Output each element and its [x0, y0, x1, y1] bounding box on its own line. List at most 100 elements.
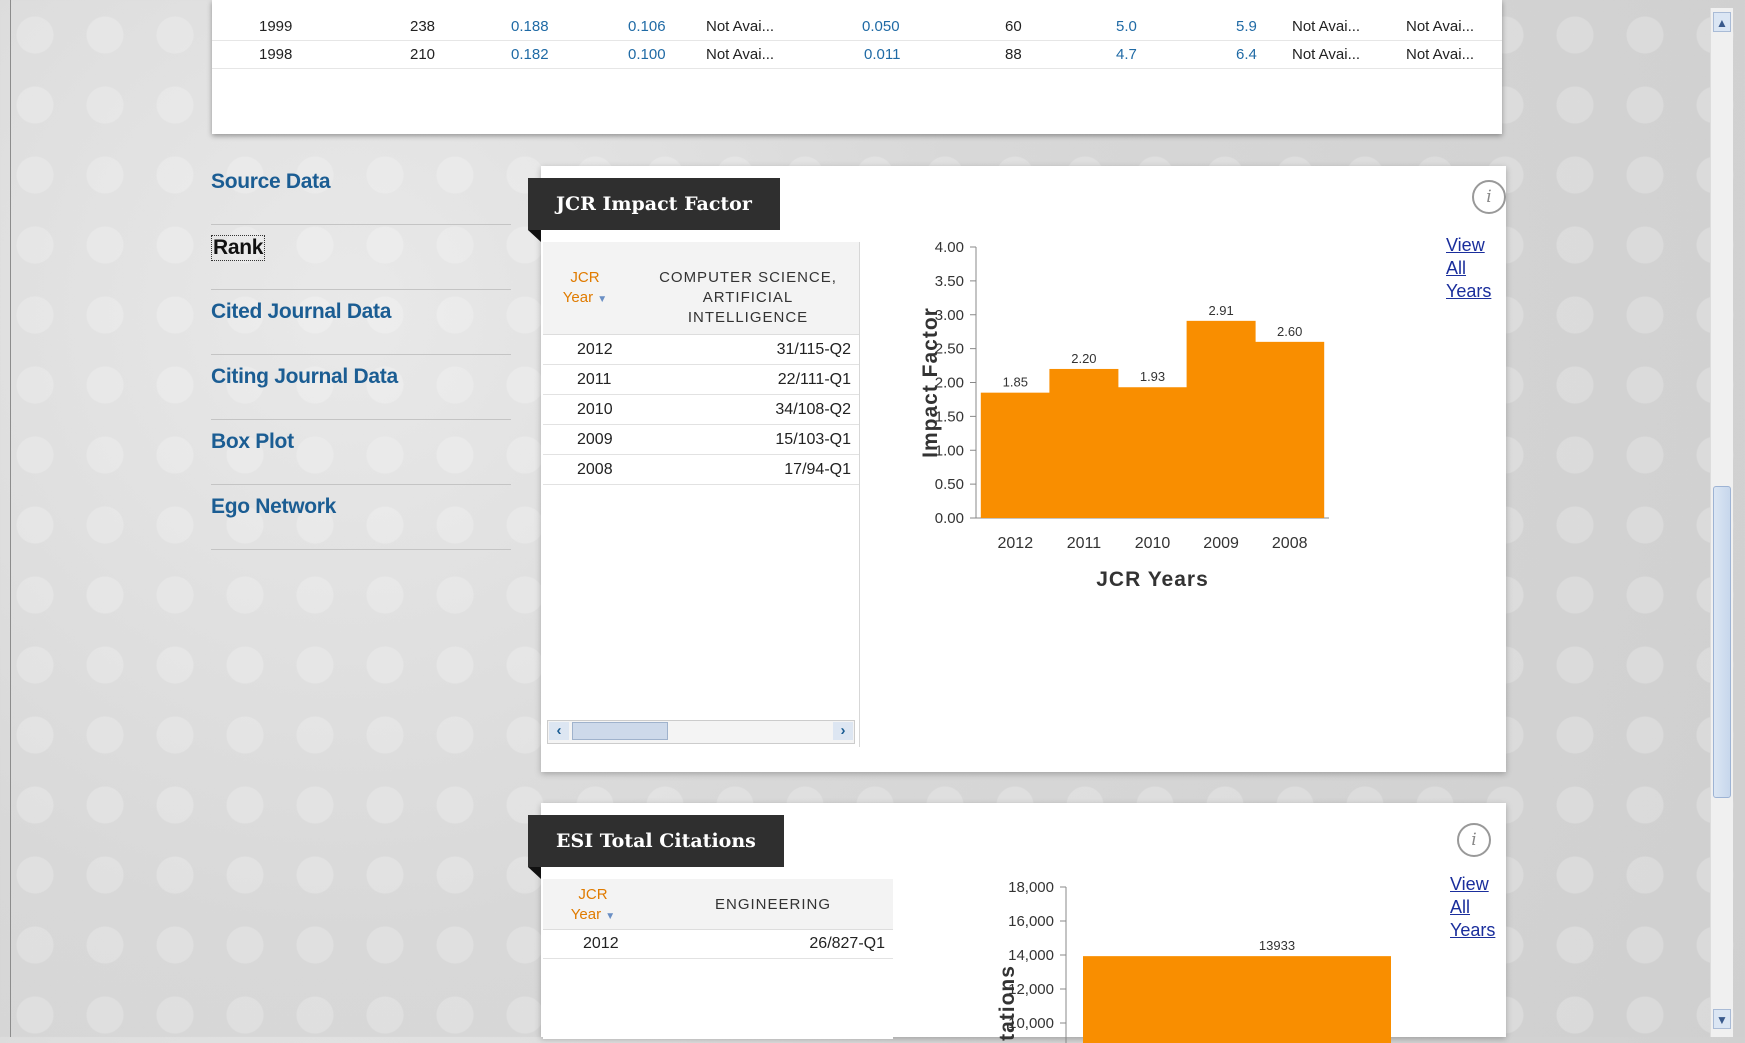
scrollbar-thumb[interactable]: [572, 722, 668, 740]
cell-link[interactable]: 0.182: [511, 46, 549, 63]
sidebar-item-label[interactable]: Box Plot: [211, 430, 294, 454]
data-label: 1.93: [1140, 369, 1165, 384]
bar: [1186, 320, 1256, 518]
cell-link[interactable]: 5.9: [1236, 18, 1257, 35]
rank-table: JCR Year ▼ ENGINEERING 2012 26/827-Q1: [543, 879, 893, 1039]
vertical-scrollbar[interactable]: ▲ ▼: [1710, 8, 1733, 1037]
cell-rank: 26/827-Q1: [809, 935, 885, 952]
sidebar-item-citing-journal-data[interactable]: Citing Journal Data: [211, 355, 511, 420]
x-tick-label: 2011: [1067, 535, 1102, 552]
y-axis-label: tations: [996, 965, 1019, 1041]
cell-link[interactable]: 0.188: [511, 18, 549, 35]
jcr-year-sort-header[interactable]: JCR Year ▼: [555, 268, 615, 310]
x-axis-label: JCR Years: [1096, 568, 1209, 591]
header-label: INTELLIGENCE: [687, 309, 809, 326]
y-tick-label: 3.50: [935, 273, 964, 290]
rank-table-header: JCR Year ▼ COMPUTER SCIENCE, ARTIFICIAL …: [543, 242, 859, 335]
sidebar-item-ego-network[interactable]: Ego Network: [211, 485, 511, 550]
table-row: 2009 15/103-Q1: [543, 425, 859, 455]
bar: [1049, 368, 1119, 518]
bar: [1118, 387, 1187, 518]
impact-factor-chart: 0.000.501.001.502.002.503.003.504.001.85…: [919, 239, 1329, 591]
y-tick-label: 16,000: [1008, 913, 1054, 930]
view-all-years-link[interactable]: View All Years: [1450, 873, 1495, 942]
sidebar-item-cited-journal-data[interactable]: Cited Journal Data: [211, 290, 511, 355]
horizontal-scrollbar[interactable]: ‹ ›: [547, 720, 855, 744]
table-row: 1998 210 0.182 0.100 Not Avai... 0.011 8…: [212, 40, 1502, 69]
scroll-left-icon[interactable]: ‹: [549, 722, 569, 740]
cell: 210: [410, 46, 436, 63]
panel-title: ESI Total Citations: [528, 815, 784, 879]
x-tick-label: 2008: [1272, 535, 1308, 552]
scroll-right-icon[interactable]: ›: [833, 722, 853, 740]
sort-down-icon: ▼: [605, 911, 616, 922]
sort-down-icon: ▼: [597, 294, 608, 305]
cell: 60: [1005, 18, 1022, 35]
cell-year: 2008: [577, 461, 613, 478]
sidebar-item-label[interactable]: Ego Network: [211, 495, 336, 519]
cell-rank: 15/103-Q1: [775, 431, 851, 448]
cell-link[interactable]: 0.100: [628, 46, 666, 63]
x-tick-label: 2009: [1203, 535, 1239, 552]
header-label: Year: [570, 906, 602, 923]
header-label: Year: [562, 289, 594, 306]
sidebar-item-box-plot[interactable]: Box Plot: [211, 420, 511, 485]
jcr-year-sort-header[interactable]: JCR Year ▼: [563, 885, 623, 927]
header-label: COMPUTER SCIENCE,: [659, 269, 837, 286]
category-header: COMPUTER SCIENCE, ARTIFICIAL INTELLIGENC…: [643, 268, 853, 328]
cell-link[interactable]: 0.106: [628, 18, 666, 35]
sidebar-item-label[interactable]: Rank: [211, 235, 266, 261]
sidebar-item-source-data[interactable]: Source Data: [211, 160, 511, 225]
cell-year: 2009: [577, 431, 613, 448]
cell: Not Avai...: [706, 46, 775, 63]
y-axis-label: Impact Factor: [919, 307, 942, 458]
esi-total-citations-panel: ESI Total Citations i JCR Year ▼ ENGINEE…: [528, 803, 1506, 1043]
total-citations-chart: 10,00012,00014,00016,00018,00013933tatio…: [996, 879, 1391, 1043]
cell-link[interactable]: 0.011: [864, 46, 900, 63]
y-tick-label: 0.00: [935, 510, 964, 527]
info-icon[interactable]: i: [1457, 823, 1491, 857]
cell-link[interactable]: 5.0: [1116, 18, 1137, 35]
scroll-down-icon[interactable]: ▼: [1713, 1009, 1731, 1029]
cell-link[interactable]: 6.4: [1236, 46, 1257, 63]
rank-table: JCR Year ▼ COMPUTER SCIENCE, ARTIFICIAL …: [543, 242, 860, 747]
panel-title: JCR Impact Factor: [528, 178, 780, 242]
cell-rank: 34/108-Q2: [775, 401, 851, 418]
table-row: 2012 31/115-Q2: [543, 335, 859, 365]
cell-rank: 17/94-Q1: [784, 461, 851, 478]
header-label: ARTIFICIAL: [702, 289, 794, 306]
bar: [980, 392, 1050, 518]
sidebar-nav: Source Data Rank Cited Journal Data Citi…: [211, 160, 511, 550]
cell-year: 2012: [583, 935, 619, 952]
table-row: 2012 26/827-Q1: [543, 929, 893, 959]
cell: Not Avai...: [706, 18, 775, 35]
sidebar-item-label[interactable]: Citing Journal Data: [211, 365, 398, 389]
cell-year: 1999: [259, 18, 293, 35]
view-all-years-link[interactable]: View All Years: [1446, 234, 1491, 303]
cell: Not Avai...: [1406, 18, 1475, 35]
scroll-up-icon[interactable]: ▲: [1713, 12, 1731, 32]
sidebar-item-label[interactable]: Source Data: [211, 170, 331, 194]
cell: 238: [410, 18, 436, 35]
scrollbar-thumb[interactable]: [1713, 486, 1731, 798]
table-row: 1999 238 0.188 0.106 Not Avai... 0.050 6…: [212, 12, 1502, 41]
sidebar-item-rank[interactable]: Rank: [211, 225, 511, 290]
header-label: JCR: [578, 886, 608, 903]
x-tick-label: 2010: [1135, 535, 1171, 552]
cell-link[interactable]: 0.050: [862, 18, 900, 35]
data-label: 2.91: [1208, 303, 1233, 318]
table-row: 2011 22/111-Q1: [543, 365, 859, 395]
header-label: JCR: [570, 269, 600, 286]
cell: 88: [1005, 46, 1022, 63]
info-icon[interactable]: i: [1472, 180, 1506, 214]
cell-year: 2012: [577, 341, 613, 358]
cell-link[interactable]: 4.7: [1116, 46, 1137, 63]
cell-year: 2010: [577, 401, 613, 418]
source-data-table: 1999 238 0.188 0.106 Not Avai... 0.050 6…: [212, 0, 1502, 134]
cell: Not Avai...: [1292, 18, 1361, 35]
table-row: 2010 34/108-Q2: [543, 395, 859, 425]
bar: [1255, 341, 1325, 518]
category-header: ENGINEERING: [714, 896, 831, 913]
jcr-impact-factor-panel: JCR Impact Factor i JCR Year ▼ COMPUTER …: [528, 166, 1506, 772]
sidebar-item-label[interactable]: Cited Journal Data: [211, 300, 391, 324]
